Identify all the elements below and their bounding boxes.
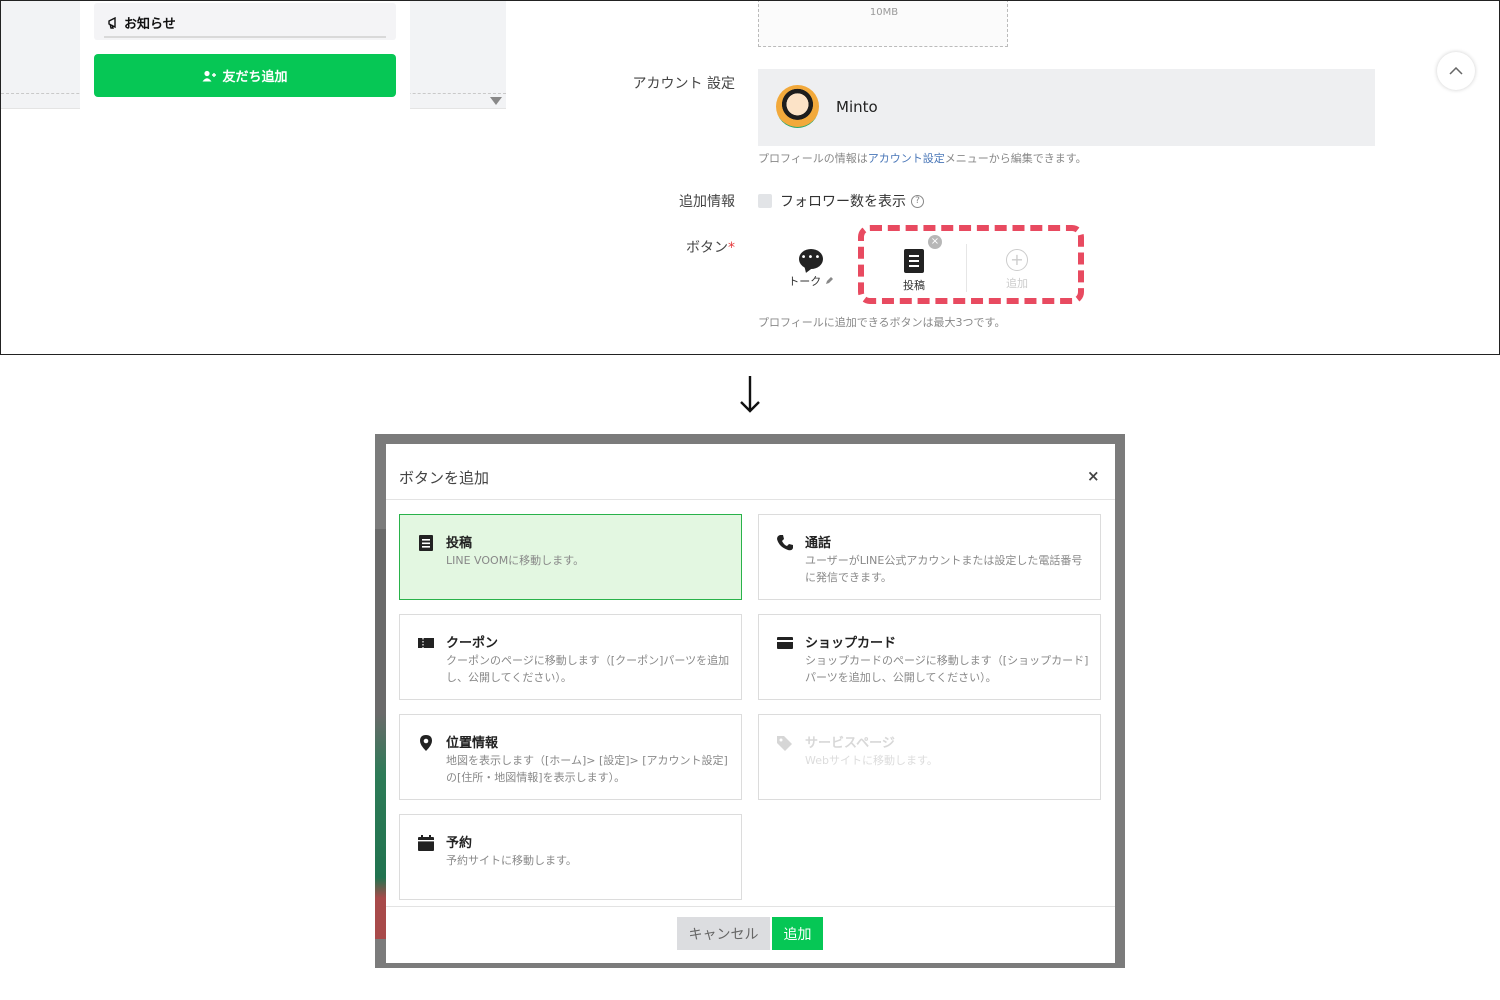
option-title: ショップカード — [805, 636, 897, 651]
follower-count-checkbox[interactable] — [758, 194, 772, 208]
option-service-page: サービスページ Webサイトに移動します。 — [758, 714, 1101, 800]
add-user-icon — [202, 70, 217, 81]
buttons-hint: プロフィールに追加できるボタンは最大3つです。 — [758, 316, 1006, 329]
account-name: Minto — [836, 98, 878, 116]
image-upload-area[interactable]: 10MB — [758, 1, 1008, 47]
scroll-top-button[interactable] — [1437, 52, 1475, 90]
option-desc: ユーザーがLINE公式アカウントまたは設定した電話番号に発信できます。 — [805, 554, 1083, 584]
option-title: 予約 — [446, 836, 473, 851]
tag-icon — [777, 736, 792, 751]
page: お知らせ 友だち追加 10MB アカウント 設定 Minto プロフィールの情報… — [0, 0, 1500, 1000]
chevron-up-icon — [1449, 67, 1463, 75]
document-icon — [419, 535, 433, 551]
option-desc: LINE VOOMに移動します。 — [446, 554, 585, 567]
shop-card-icon — [777, 637, 793, 649]
dialog-footer-divider — [386, 906, 1115, 907]
option-post[interactable]: 投稿 LINE VOOMに移動します。 — [399, 514, 742, 600]
notice-text-truncated — [104, 36, 386, 40]
required-mark: * — [728, 240, 735, 256]
account-box: Minto — [758, 69, 1375, 146]
follower-count-label: フォロワー数を表示 — [780, 194, 906, 210]
talk-button-row: トーク — [781, 273, 841, 289]
preview-card: お知らせ 友だち追加 — [80, 1, 410, 109]
follower-count-option: フォロワー数を表示 ? — [780, 191, 924, 211]
option-title: サービスページ — [805, 736, 895, 751]
account-settings-label: アカウント 設定 — [632, 76, 735, 92]
option-title: 位置情報 — [446, 736, 499, 751]
option-title: 通話 — [805, 536, 832, 551]
option-coupon[interactable]: クーポン クーポンのページに移動します（[クーポン]パーツを追加し、公開してくだ… — [399, 614, 742, 700]
option-title: クーポン — [446, 636, 499, 651]
buttons-label-text: ボタン — [686, 240, 728, 256]
cancel-button[interactable]: キャンセル — [677, 917, 770, 950]
modal-screenshot: ボタンを追加 × 投稿 LINE VOOMに移動します。 通話 ユーザーがLIN… — [375, 434, 1125, 968]
option-title: 投稿 — [446, 536, 473, 551]
add-friend-label: 友だち追加 — [222, 70, 288, 85]
notice-box: お知らせ — [94, 3, 396, 40]
account-hint-prefix: プロフィールの情報は — [758, 152, 868, 165]
pencil-icon[interactable] — [825, 276, 834, 285]
chat-bubble-icon: ••• — [799, 249, 823, 269]
option-desc: クーポンのページに移動します（[クーポン]パーツを追加し、公開してください）。 — [446, 654, 730, 684]
location-pin-icon — [420, 735, 432, 751]
notice-title-text: お知らせ — [124, 17, 176, 32]
option-call[interactable]: 通話 ユーザーがLINE公式アカウントまたは設定した電話番号に発信できます。 — [758, 514, 1101, 600]
profile-preview: お知らせ 友だち追加 — [1, 1, 506, 109]
highlight-dashed-box — [858, 225, 1084, 304]
coupon-icon — [418, 638, 434, 648]
option-desc: Webサイトに移動します。 — [805, 754, 938, 767]
down-arrow-icon — [740, 376, 760, 413]
avatar — [776, 85, 819, 128]
dialog-title: ボタンを追加 — [399, 469, 490, 487]
megaphone-icon — [108, 16, 116, 29]
add-button-dialog: ボタンを追加 × 投稿 LINE VOOMに移動します。 通話 ユーザーがLIN… — [386, 444, 1115, 963]
account-hint: プロフィールの情報はアカウント設定メニューから編集できます。 — [758, 150, 1087, 166]
option-location[interactable]: 位置情報 地図を表示します（[ホーム]> [設定]> [アカウント設定]の[住所… — [399, 714, 742, 800]
account-settings-link[interactable]: アカウント設定 — [868, 152, 945, 165]
notice-title: お知らせ — [108, 13, 176, 32]
close-icon[interactable]: × — [1087, 467, 1100, 485]
buttons-label: ボタン* — [686, 237, 735, 257]
upload-size-limit: 10MB — [869, 7, 899, 18]
phone-icon — [777, 535, 793, 551]
talk-button-item[interactable]: ••• トーク — [781, 249, 841, 289]
option-reservation[interactable]: 予約 予約サイトに移動します。 — [399, 814, 742, 900]
add-friend-button[interactable]: 友だち追加 — [94, 54, 396, 97]
add-button[interactable]: 追加 — [772, 917, 823, 950]
option-desc: 予約サイトに移動します。 — [446, 854, 577, 867]
option-desc: 地図を表示します（[ホーム]> [設定]> [アカウント設定]の[住所・地図情報… — [446, 754, 728, 784]
extra-info-label: 追加情報 — [679, 194, 735, 210]
account-hint-suffix: メニューから編集できます。 — [944, 152, 1087, 165]
dialog-header-divider — [386, 499, 1115, 500]
option-desc: ショップカードのページに移動します（[ショップカード]パーツを追加し、公開してく… — [805, 654, 1089, 684]
talk-label: トーク — [788, 275, 822, 288]
option-shop-card[interactable]: ショップカード ショップカードのページに移動します（[ショップカード]パーツを追… — [758, 614, 1101, 700]
help-icon[interactable]: ? — [911, 194, 924, 208]
calendar-icon — [418, 835, 434, 851]
settings-screenshot: お知らせ 友だち追加 10MB アカウント 設定 Minto プロフィールの情報… — [0, 0, 1500, 355]
scroll-down-icon[interactable] — [490, 97, 502, 105]
